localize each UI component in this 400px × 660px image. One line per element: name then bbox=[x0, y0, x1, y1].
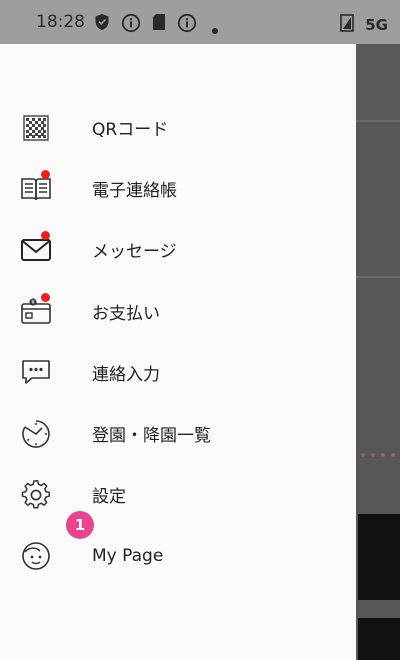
background-block bbox=[358, 618, 400, 660]
sd-card-icon bbox=[152, 13, 166, 35]
chat-icon bbox=[20, 356, 52, 388]
menu-item-settings[interactable]: 設定 bbox=[0, 464, 356, 525]
gear-icon bbox=[20, 479, 52, 511]
menu-item-label: My Page bbox=[92, 545, 164, 566]
dot-icon bbox=[211, 20, 219, 39]
menu-item-messages[interactable]: メッセージ bbox=[0, 219, 356, 280]
menu-item-label: 登園・降園一覧 bbox=[92, 426, 211, 447]
menu-item-label: メッセージ bbox=[92, 242, 177, 263]
qr-code-icon bbox=[20, 112, 52, 144]
menu-item-qr-code[interactable]: QRコード bbox=[0, 97, 356, 158]
background-divider bbox=[356, 120, 400, 122]
face-icon bbox=[20, 540, 52, 572]
menu-item-payment[interactable]: ¥ お支払い bbox=[0, 281, 356, 342]
menu-item-label: 設定 bbox=[92, 487, 126, 508]
status-bar: 18:28 5G bbox=[0, 0, 400, 44]
menu-item-my-page[interactable]: 1 My Page bbox=[0, 511, 356, 586]
menu-item-label: 電子連絡帳 bbox=[92, 181, 177, 202]
info-icon bbox=[121, 13, 141, 37]
network-type: 5G bbox=[365, 16, 388, 34]
info-icon bbox=[177, 13, 197, 37]
menu-item-contact-book[interactable]: 電子連絡帳 bbox=[0, 158, 356, 219]
shield-icon bbox=[94, 13, 110, 35]
menu-item-label: 連絡入力 bbox=[92, 364, 160, 385]
menu-item-contact-input[interactable]: 連絡入力 bbox=[0, 342, 356, 403]
svg-text:¥: ¥ bbox=[31, 299, 35, 306]
menu-item-label: QRコード bbox=[92, 120, 169, 141]
status-time: 18:28 bbox=[36, 12, 85, 32]
clock-icon bbox=[20, 418, 52, 450]
navigation-drawer: QRコード 電子連絡帳 メッセージ ¥ お支払い 連絡入力 登園・降園一覧 設定… bbox=[0, 44, 356, 660]
notification-badge: 1 bbox=[66, 511, 94, 540]
background-block bbox=[358, 514, 400, 600]
background-divider bbox=[356, 276, 400, 278]
menu-item-attendance-list[interactable]: 登園・降園一覧 bbox=[0, 403, 356, 464]
signal-icon bbox=[340, 14, 356, 36]
background-dots bbox=[358, 452, 400, 458]
notification-dot bbox=[41, 292, 50, 302]
drawer-menu: QRコード 電子連絡帳 メッセージ ¥ お支払い 連絡入力 登園・降園一覧 設定… bbox=[0, 97, 356, 587]
menu-item-label: お支払い bbox=[92, 303, 160, 324]
